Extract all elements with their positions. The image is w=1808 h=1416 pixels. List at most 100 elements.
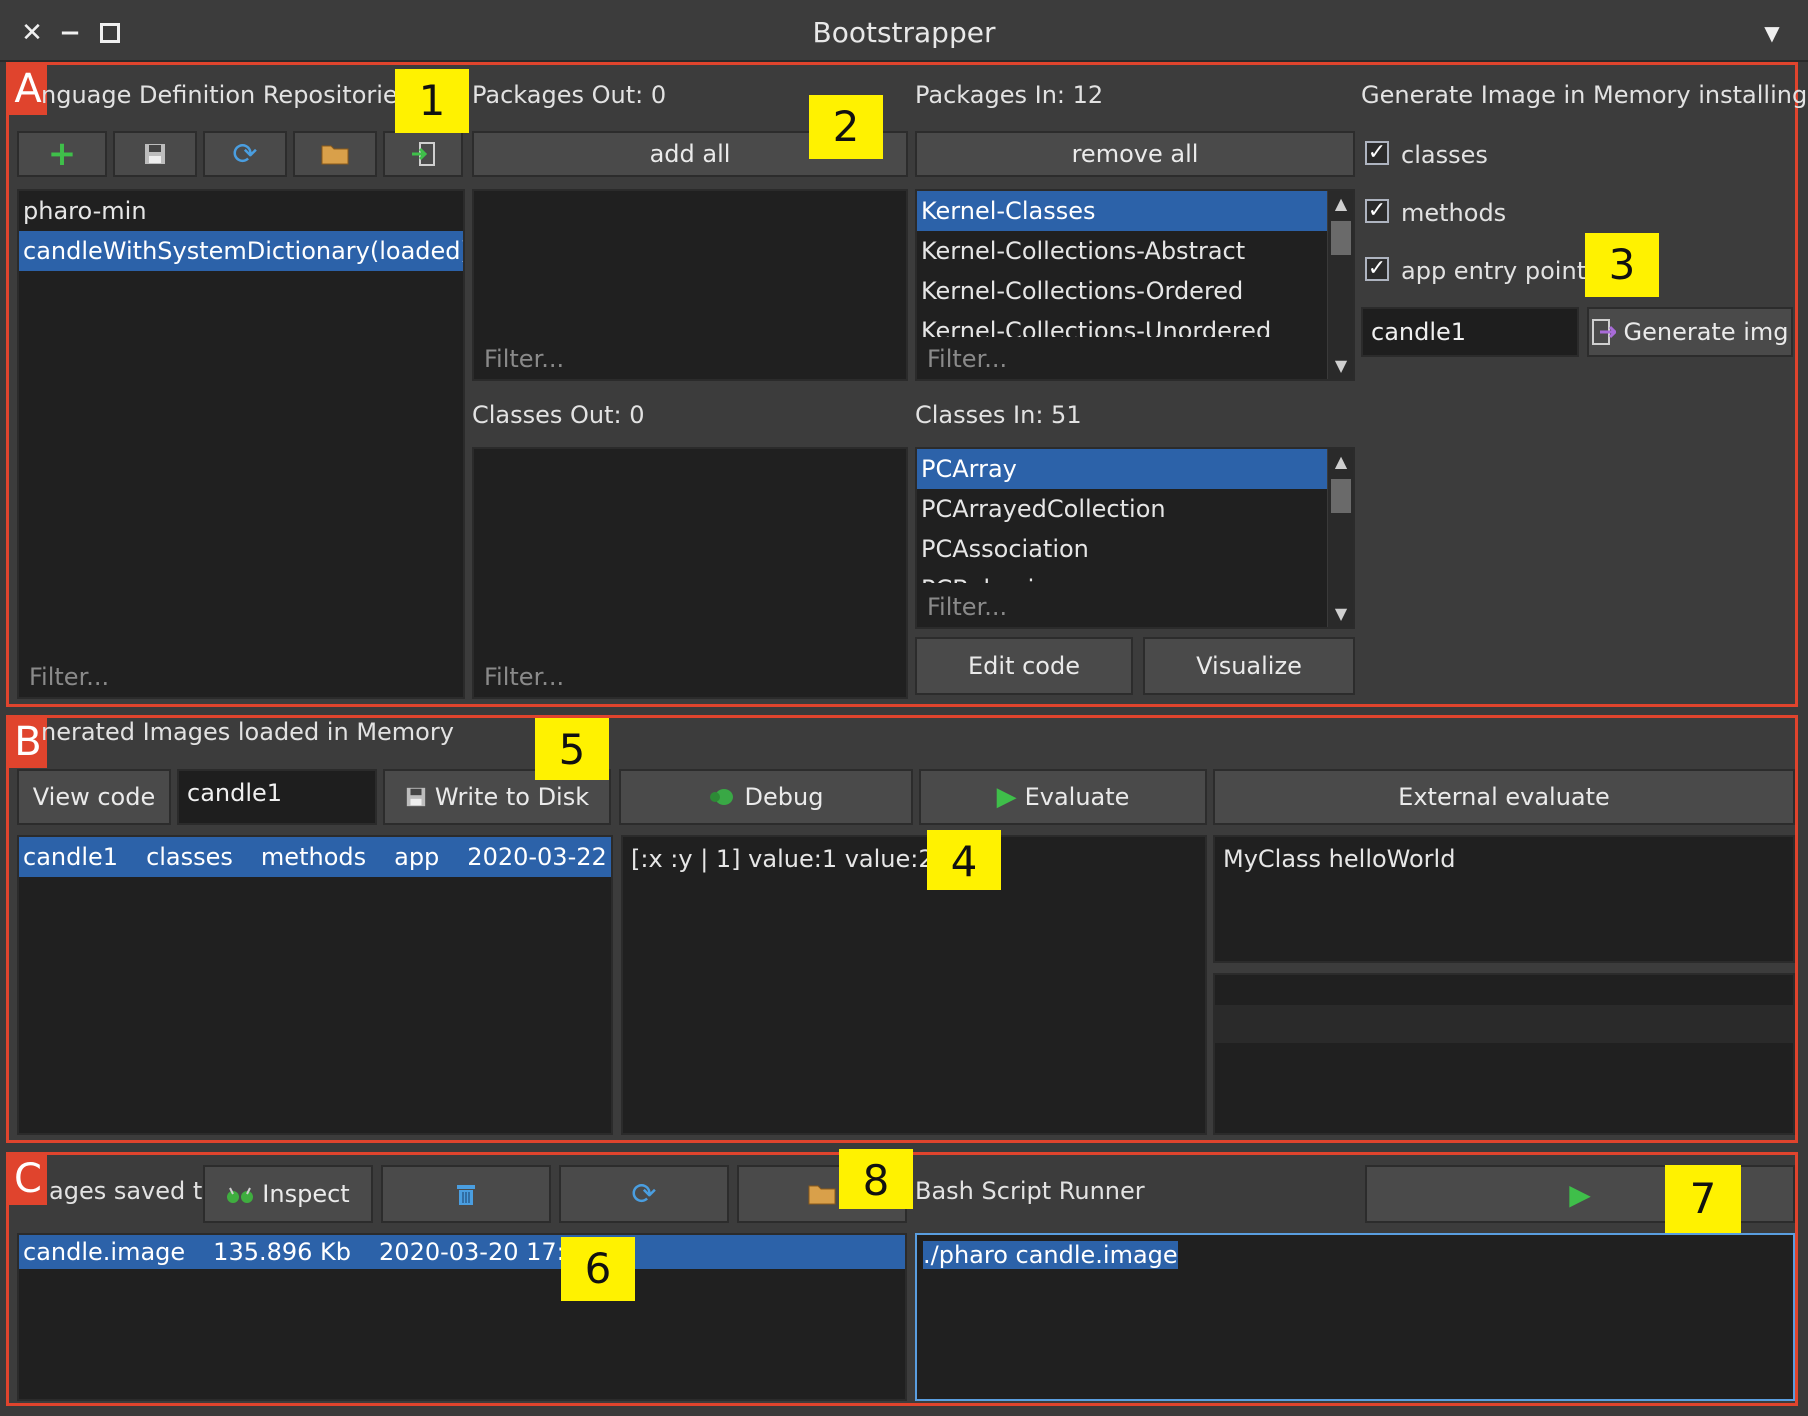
classes-out-filter-input[interactable]: Filter... bbox=[484, 663, 564, 691]
callout-4: 4 bbox=[927, 830, 1001, 890]
image-date-cell: 2020-03-22 17:55 bbox=[467, 843, 611, 871]
scroll-thumb[interactable] bbox=[1331, 479, 1351, 513]
scroll-up-icon[interactable]: ▲ bbox=[1328, 449, 1353, 475]
saved-name-cell: candle.image bbox=[23, 1238, 186, 1266]
callout-6: 6 bbox=[561, 1237, 635, 1301]
classes-in-list[interactable]: PCArray PCArrayedCollection PCAssociatio… bbox=[915, 447, 1355, 629]
image-name-cell: candle1 bbox=[23, 843, 119, 871]
external-code-editor[interactable]: MyClass helloWorld bbox=[1213, 835, 1795, 963]
evaluate-button[interactable]: ▶ Evaluate bbox=[919, 769, 1207, 825]
save-repo-button[interactable] bbox=[113, 131, 197, 177]
list-item[interactable]: pharo-min bbox=[19, 191, 463, 231]
list-item[interactable]: candleWithSystemDictionary(loaded) bbox=[19, 231, 463, 271]
inspect-button[interactable]: Inspect bbox=[203, 1165, 373, 1223]
classes-in-label: Classes In: 51 bbox=[915, 401, 1082, 429]
external-evaluate-button[interactable]: External evaluate bbox=[1213, 769, 1795, 825]
callout-2: 2 bbox=[809, 95, 883, 159]
list-item[interactable]: Kernel-Collections-Unordered bbox=[917, 311, 1353, 337]
repos-filter-input[interactable]: Filter... bbox=[29, 663, 109, 691]
load-repo-button[interactable] bbox=[383, 131, 463, 177]
list-item[interactable]: PCBehavior bbox=[917, 569, 1353, 583]
debug-button[interactable]: Debug bbox=[619, 769, 913, 825]
list-item[interactable]: Kernel-Collections-Ordered bbox=[917, 271, 1353, 311]
callout-7: 7 bbox=[1665, 1165, 1741, 1233]
folder-icon bbox=[808, 1185, 836, 1205]
floppy-disk-icon bbox=[145, 144, 165, 164]
image-methods-cell: methods bbox=[260, 843, 367, 871]
generate-export-icon bbox=[1591, 319, 1616, 345]
scroll-down-icon[interactable]: ▼ bbox=[1328, 353, 1353, 379]
inspect-label: Inspect bbox=[262, 1180, 350, 1208]
bash-script-text[interactable]: ./pharo candle.image bbox=[923, 1241, 1178, 1269]
classes-in-filter-input[interactable]: Filter... bbox=[927, 593, 1007, 621]
visualize-button[interactable]: Visualize bbox=[1143, 637, 1355, 695]
app-entry-checkbox[interactable]: ✓ bbox=[1365, 257, 1389, 281]
classes-in-scrollbar[interactable]: ▲ ▼ bbox=[1327, 449, 1353, 627]
table-row[interactable]: candle.image 135.896 Kb 2020-03-20 17:59 bbox=[19, 1235, 905, 1269]
list-item[interactable]: Kernel-Classes bbox=[917, 191, 1327, 231]
remove-all-button[interactable]: remove all bbox=[915, 131, 1355, 177]
plus-icon: + bbox=[47, 134, 77, 174]
scroll-thumb[interactable] bbox=[1331, 221, 1351, 255]
classes-out-list[interactable]: Filter... bbox=[472, 447, 908, 699]
list-item[interactable]: Kernel-Collections-Abstract bbox=[917, 231, 1353, 271]
section-b-generated-images: B nerated Images loaded in Memory View c… bbox=[6, 715, 1798, 1143]
code-editor[interactable]: [:x :y | 1] value:1 value:2 bbox=[621, 835, 1207, 1135]
saved-images-title: ages saved to bbox=[49, 1177, 217, 1205]
packages-in-label: Packages In: 12 bbox=[915, 81, 1104, 109]
refresh-saved-button[interactable]: ⟳ bbox=[559, 1165, 729, 1223]
packages-out-list[interactable]: Filter... bbox=[472, 189, 908, 381]
repos-list[interactable]: pharo-min candleWithSystemDictionary(loa… bbox=[17, 189, 465, 699]
memory-image-name-input[interactable]: candle1 bbox=[177, 769, 377, 825]
refresh-repo-button[interactable]: ⟳ bbox=[203, 131, 287, 177]
scroll-up-icon[interactable]: ▲ bbox=[1328, 191, 1353, 217]
bash-script-editor[interactable]: ./pharo candle.image bbox=[915, 1233, 1795, 1401]
packages-in-scrollbar[interactable]: ▲ ▼ bbox=[1327, 191, 1353, 379]
list-item[interactable]: PCAssociation bbox=[917, 529, 1353, 569]
list-item[interactable]: PCArray bbox=[917, 449, 1327, 489]
external-output-pane bbox=[1213, 973, 1795, 1135]
folder-icon bbox=[321, 145, 349, 165]
glasses-icon bbox=[227, 1187, 254, 1203]
memory-images-list[interactable]: candle1 classes methods app 2020-03-22 1… bbox=[17, 835, 613, 1135]
open-folder-button[interactable] bbox=[293, 131, 377, 177]
view-code-button[interactable]: View code bbox=[17, 769, 171, 825]
classes-checkbox[interactable]: ✓ bbox=[1365, 141, 1389, 165]
saved-size-cell: 135.896 Kb bbox=[213, 1238, 352, 1266]
packages-out-filter-input[interactable]: Filter... bbox=[484, 345, 564, 373]
table-row[interactable]: candle1 classes methods app 2020-03-22 1… bbox=[19, 837, 611, 877]
evaluate-label: Evaluate bbox=[1024, 783, 1130, 811]
bash-script-line: ./pharo candle.image bbox=[917, 1235, 1793, 1275]
add-repo-button[interactable]: + bbox=[17, 131, 107, 177]
window-menu-chevron-down-icon[interactable]: ▼ bbox=[1758, 20, 1786, 48]
packages-in-filter-input[interactable]: Filter... bbox=[927, 345, 1007, 373]
scroll-down-icon[interactable]: ▼ bbox=[1328, 601, 1353, 627]
generate-img-label: Generate img bbox=[1623, 318, 1789, 346]
output-row-highlight bbox=[1215, 1005, 1793, 1043]
callout-3: 3 bbox=[1585, 233, 1659, 297]
methods-checkbox-label: methods bbox=[1401, 199, 1507, 227]
edit-code-button[interactable]: Edit code bbox=[915, 637, 1133, 695]
methods-checkbox[interactable]: ✓ bbox=[1365, 199, 1389, 223]
image-classes-cell: classes bbox=[146, 843, 233, 871]
classes-out-label: Classes Out: 0 bbox=[472, 401, 645, 429]
packages-out-label: Packages Out: 0 bbox=[472, 81, 667, 109]
play-icon: ▶ bbox=[1569, 1177, 1591, 1211]
packages-in-list[interactable]: Kernel-Classes Kernel-Collections-Abstra… bbox=[915, 189, 1355, 381]
delete-image-button[interactable] bbox=[381, 1165, 551, 1223]
refresh-icon: ⟳ bbox=[232, 136, 258, 172]
title-bar: ✕ − Bootstrapper ▼ bbox=[0, 0, 1808, 62]
code-text[interactable]: [:x :y | 1] value:1 value:2 bbox=[623, 837, 1205, 881]
section-c-saved-images: C ages saved to Inspect ⟳ 8 candle.image… bbox=[6, 1149, 1798, 1406]
classes-checkbox-label: classes bbox=[1401, 141, 1488, 169]
callout-1: 1 bbox=[395, 69, 469, 133]
external-code-text[interactable]: MyClass helloWorld bbox=[1215, 837, 1793, 881]
floppy-disk-icon bbox=[406, 787, 426, 807]
saved-images-list[interactable]: candle.image 135.896 Kb 2020-03-20 17:59 bbox=[17, 1233, 907, 1401]
play-icon: ▶ bbox=[996, 782, 1017, 812]
trash-icon bbox=[457, 1185, 475, 1205]
list-item[interactable]: PCArrayedCollection bbox=[917, 489, 1353, 529]
image-name-input[interactable]: candle1 bbox=[1361, 307, 1579, 357]
generate-img-button[interactable]: Generate img bbox=[1587, 307, 1793, 357]
write-to-disk-label: Write to Disk bbox=[434, 783, 590, 811]
